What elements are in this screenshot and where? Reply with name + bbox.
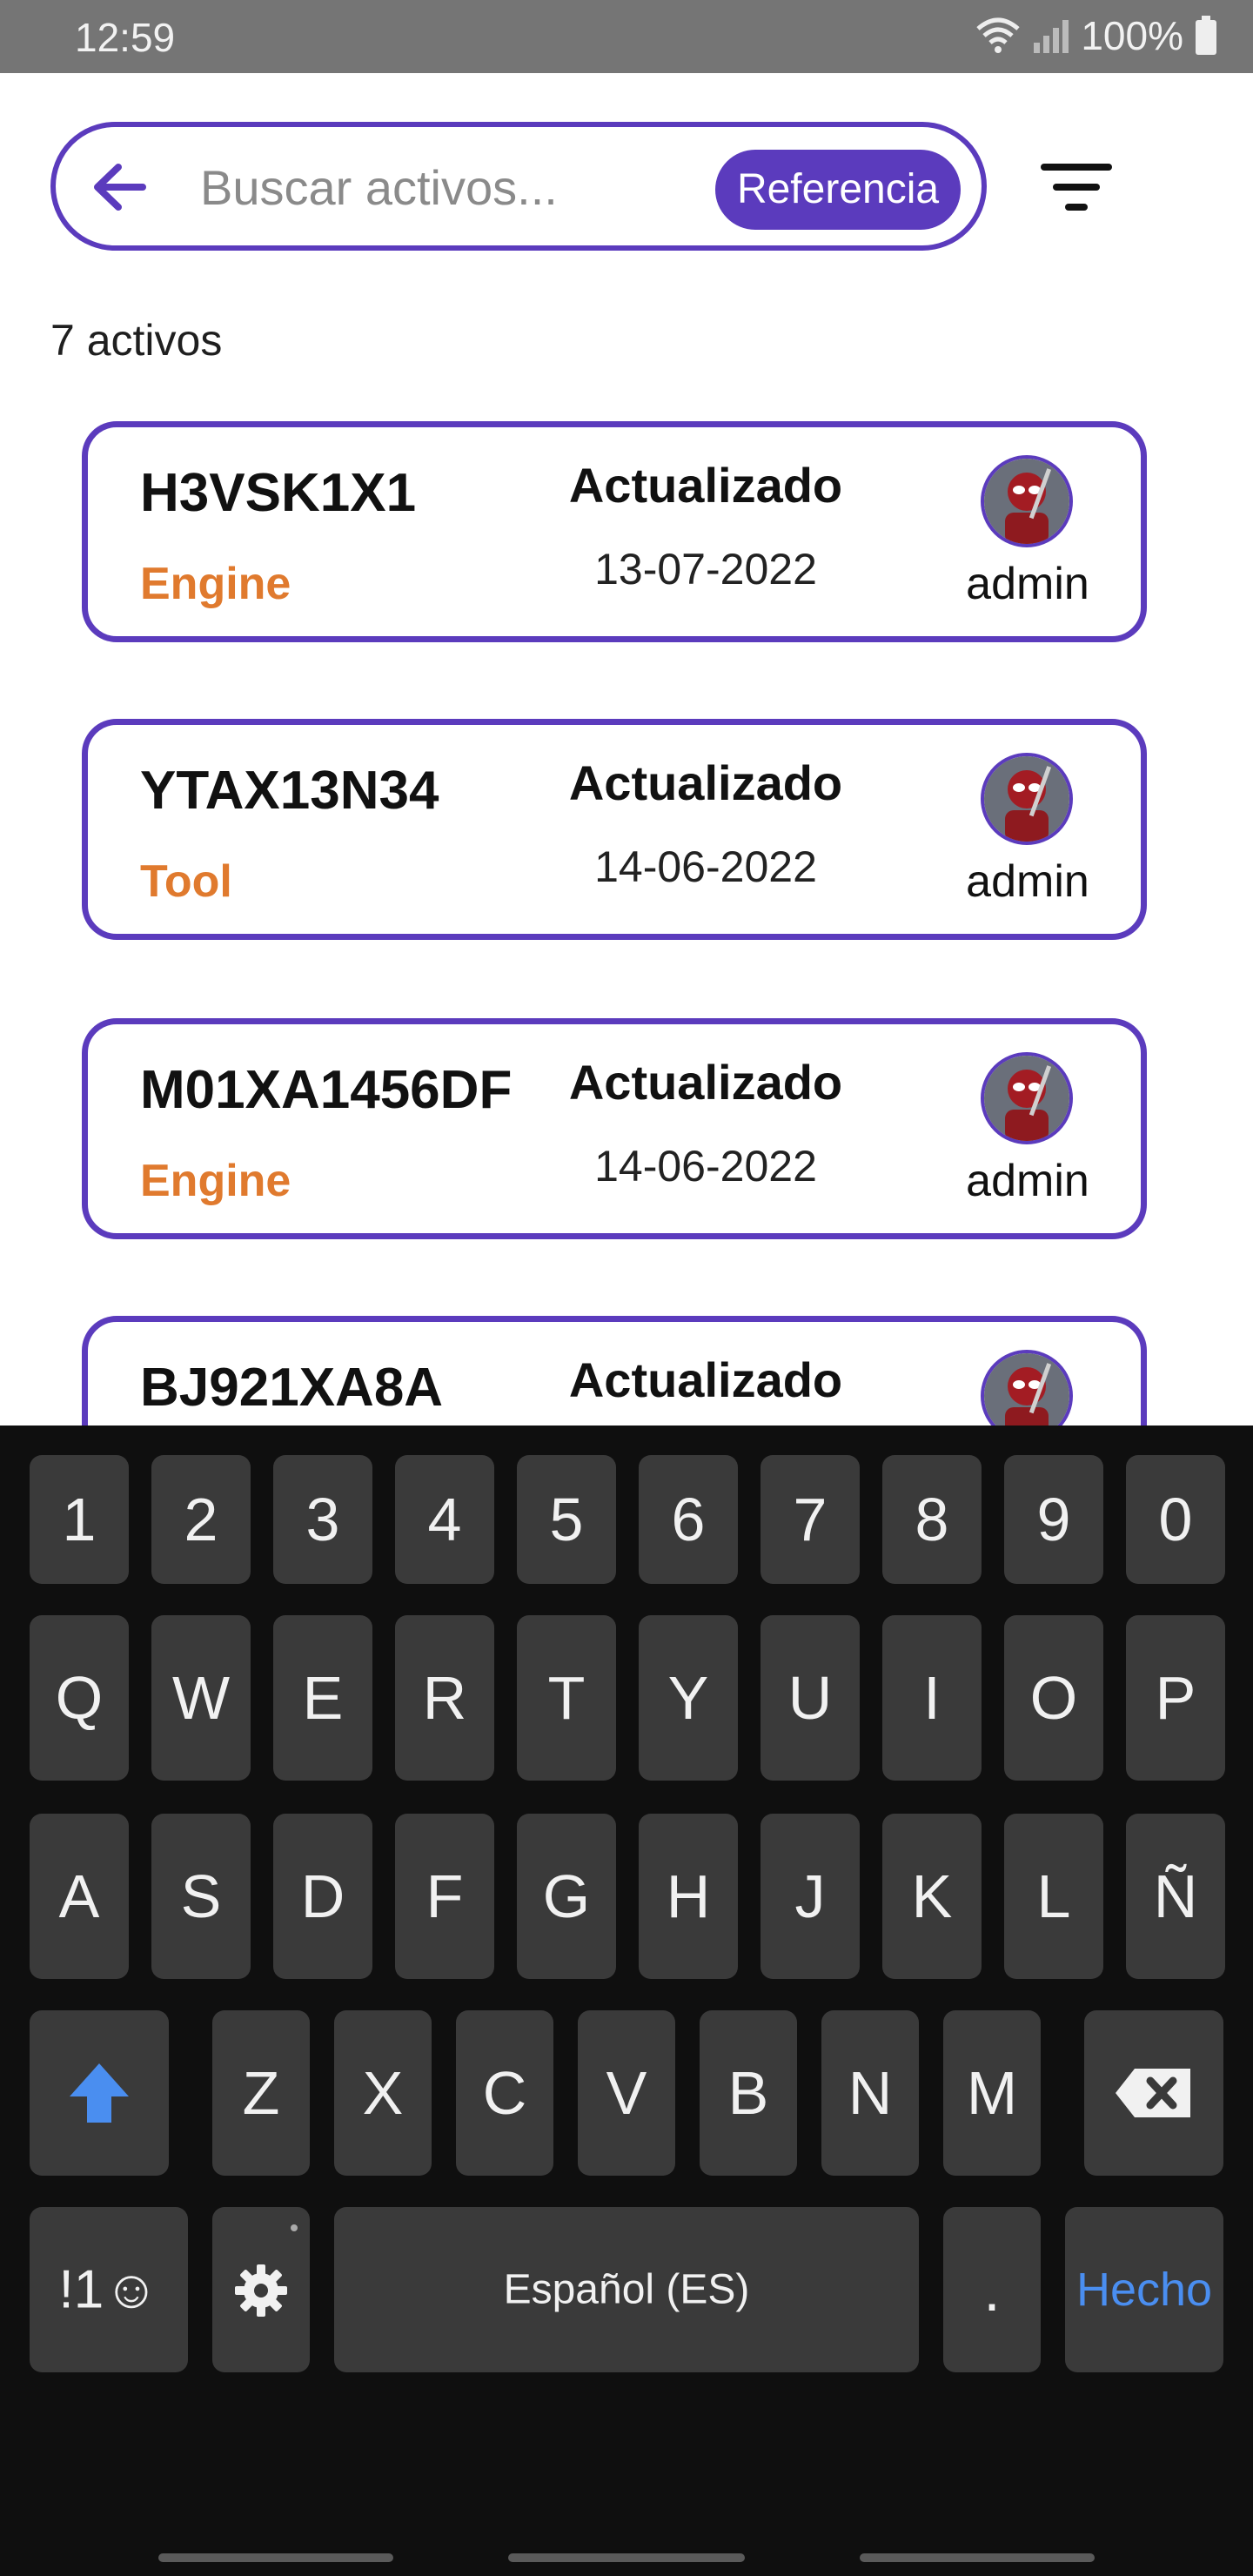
- key-y[interactable]: Y: [639, 1615, 738, 1781]
- key-m[interactable]: M: [943, 2010, 1041, 2176]
- backspace-icon: [1116, 2069, 1190, 2117]
- updated-label: Actualizado: [568, 1352, 843, 1407]
- updated-date: 14-06-2022: [594, 842, 817, 891]
- key-j[interactable]: J: [761, 1814, 860, 1979]
- key-d[interactable]: D: [273, 1814, 372, 1979]
- status-time: 12:59: [75, 15, 176, 60]
- key-k[interactable]: K: [882, 1814, 982, 1979]
- nav-back-pill[interactable]: [860, 2553, 1095, 2562]
- key-n[interactable]: N: [821, 2010, 919, 2176]
- keyboard: 1 2 3 4 5 6 7 8 9 0 Q W E R T Y U I O P …: [0, 1426, 1253, 2576]
- updated-date: 13-07-2022: [594, 545, 817, 594]
- key-8[interactable]: 8: [882, 1455, 982, 1584]
- symbols-key[interactable]: !1☺: [30, 2207, 188, 2372]
- avatar: [981, 753, 1073, 845]
- wifi-icon: [976, 17, 1020, 53]
- asset-code: H3VSK1X1: [140, 463, 417, 523]
- key-w[interactable]: W: [151, 1615, 251, 1781]
- asset-card[interactable]: YTAX13N34 Tool Actualizado 14-06-2022 ad…: [82, 719, 1147, 940]
- asset-code: BJ921XA8A: [140, 1358, 444, 1418]
- backspace-key[interactable]: [1084, 2010, 1223, 2176]
- filter-icon[interactable]: [1037, 157, 1116, 218]
- asset-user: admin: [966, 559, 1089, 609]
- key-h[interactable]: H: [639, 1814, 738, 1979]
- asset-type: Tool: [140, 856, 232, 907]
- done-key[interactable]: Hecho: [1065, 2207, 1223, 2372]
- key-2[interactable]: 2: [151, 1455, 251, 1584]
- key-9[interactable]: 9: [1004, 1455, 1103, 1584]
- asset-type: Engine: [140, 1156, 291, 1206]
- settings-key[interactable]: [212, 2207, 310, 2372]
- updated-label: Actualizado: [568, 458, 843, 513]
- key-s[interactable]: S: [151, 1814, 251, 1979]
- referencia-chip[interactable]: Referencia: [715, 150, 961, 230]
- updated-label: Actualizado: [568, 755, 843, 810]
- key-p[interactable]: P: [1126, 1615, 1225, 1781]
- search-bar: Referencia: [50, 122, 987, 251]
- key-q[interactable]: Q: [30, 1615, 129, 1781]
- key-7[interactable]: 7: [761, 1455, 860, 1584]
- key-3[interactable]: 3: [273, 1455, 372, 1584]
- nav-home-pill[interactable]: [508, 2553, 745, 2562]
- status-icons: 100%: [975, 12, 1218, 59]
- key-5[interactable]: 5: [517, 1455, 616, 1584]
- key-a[interactable]: A: [30, 1814, 129, 1979]
- status-bar: 12:59 100%: [0, 0, 1253, 73]
- updated-date: 14-06-2022: [594, 1142, 817, 1191]
- key-z[interactable]: Z: [212, 2010, 310, 2176]
- nav-recents-pill[interactable]: [158, 2553, 393, 2562]
- settings-dot: [291, 2224, 298, 2231]
- asset-user: admin: [966, 856, 1089, 907]
- key-i[interactable]: I: [882, 1615, 982, 1781]
- key-4[interactable]: 4: [395, 1455, 494, 1584]
- battery-percent: 100%: [1081, 13, 1183, 58]
- key-x[interactable]: X: [334, 2010, 432, 2176]
- asset-code: YTAX13N34: [140, 761, 439, 821]
- key-f[interactable]: F: [395, 1814, 494, 1979]
- space-key[interactable]: Español (ES): [334, 2207, 919, 2372]
- avatar: [981, 455, 1073, 547]
- key-e[interactable]: E: [273, 1615, 372, 1781]
- key-1[interactable]: 1: [30, 1455, 129, 1584]
- period-key[interactable]: .: [943, 2207, 1041, 2372]
- key-g[interactable]: G: [517, 1814, 616, 1979]
- asset-card[interactable]: M01XA1456DF Engine Actualizado 14-06-202…: [82, 1018, 1147, 1239]
- key-r[interactable]: R: [395, 1615, 494, 1781]
- key-b[interactable]: B: [700, 2010, 797, 2176]
- shift-key[interactable]: [30, 2010, 169, 2176]
- key-0[interactable]: 0: [1126, 1455, 1225, 1584]
- arrow-left-icon[interactable]: [89, 157, 150, 218]
- asset-user: admin: [966, 1156, 1089, 1206]
- key-enye[interactable]: Ñ: [1126, 1814, 1225, 1979]
- battery-icon: [1196, 16, 1216, 55]
- signal-icon: [1034, 20, 1069, 53]
- updated-label: Actualizado: [568, 1055, 843, 1110]
- avatar: [981, 1052, 1073, 1144]
- asset-card[interactable]: H3VSK1X1 Engine Actualizado 13-07-2022 a…: [82, 421, 1147, 642]
- asset-code: M01XA1456DF: [140, 1060, 513, 1120]
- key-v[interactable]: V: [578, 2010, 675, 2176]
- key-6[interactable]: 6: [639, 1455, 738, 1584]
- search-input[interactable]: [198, 151, 741, 223]
- key-u[interactable]: U: [761, 1615, 860, 1781]
- key-c[interactable]: C: [456, 2010, 553, 2176]
- results-count: 7 activos: [50, 316, 223, 365]
- key-l[interactable]: L: [1004, 1814, 1103, 1979]
- asset-type: Engine: [140, 559, 291, 609]
- key-o[interactable]: O: [1004, 1615, 1103, 1781]
- gear-icon: [235, 2264, 287, 2317]
- key-t[interactable]: T: [517, 1615, 616, 1781]
- shift-arrow-icon: [70, 2063, 129, 2123]
